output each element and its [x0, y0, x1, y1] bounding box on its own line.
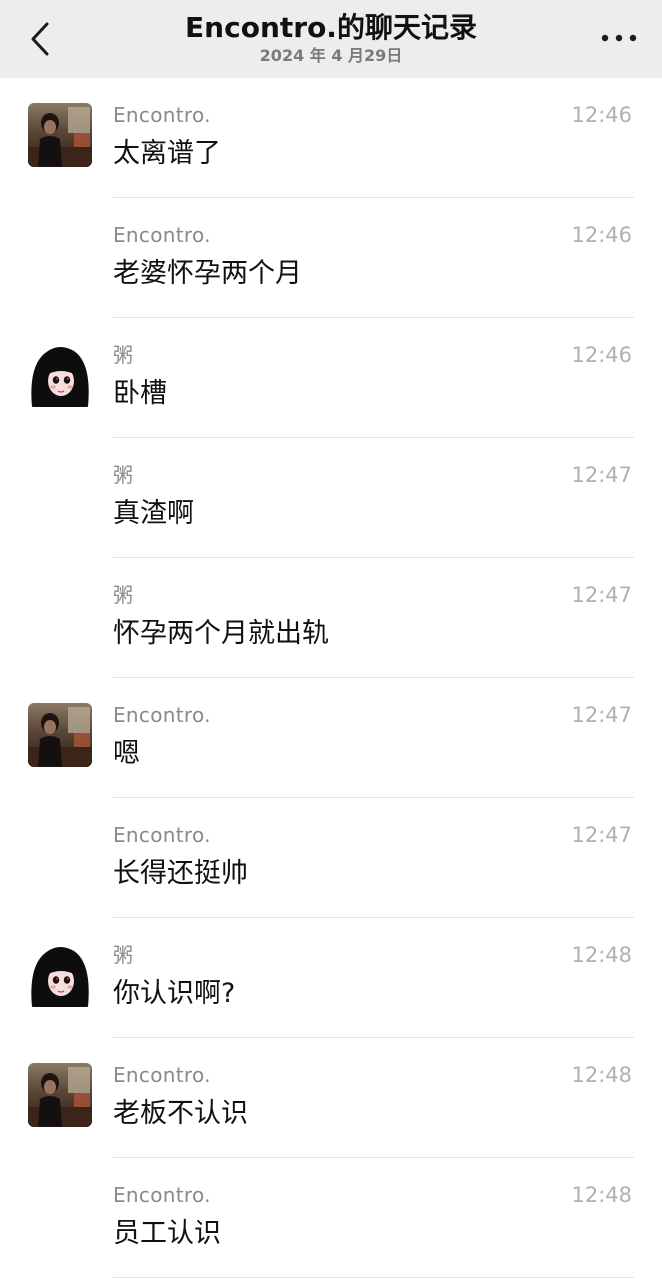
message-text: 长得还挺帅 [113, 858, 248, 889]
message-text: 你认识啊? [113, 978, 236, 1009]
page-subtitle-date: 2024 年 4 月29日 [259, 46, 403, 65]
sender-name: Encontro. [113, 1063, 211, 1087]
message-text: 真渣啊 [113, 498, 194, 529]
avatar-photo-icon [28, 103, 92, 167]
message-time: 12:46 [571, 103, 632, 127]
message-time: 12:47 [571, 583, 632, 607]
page-title: Encontro.的聊天记录 [185, 11, 477, 44]
avatar-photo-icon [28, 1063, 92, 1127]
message-time: 12:46 [571, 223, 632, 247]
sender-name: Encontro. [113, 1183, 211, 1207]
avatar[interactable] [28, 943, 92, 1007]
avatar[interactable] [28, 703, 92, 767]
sender-name: Encontro. [113, 223, 211, 247]
back-button[interactable] [18, 14, 62, 64]
sender-name: 粥 [113, 583, 134, 607]
divider [113, 1277, 634, 1278]
message-time: 12:48 [571, 943, 632, 967]
message-text: 卧槽 [113, 378, 167, 409]
message-row[interactable]: Encontro. 12:47 嗯 [0, 678, 662, 798]
sender-name: Encontro. [113, 703, 211, 727]
avatar[interactable] [28, 1063, 92, 1127]
message-row[interactable]: Encontro. 12:48 老板不认识 [0, 1038, 662, 1158]
message-text: 怀孕两个月就出轨 [113, 618, 329, 649]
sender-name: 粥 [113, 343, 134, 367]
message-time: 12:48 [571, 1063, 632, 1087]
message-list: Encontro. 12:46 太离谱了 Encontro. 12:46 老婆怀孕两个月粥… [0, 78, 662, 1278]
message-row[interactable]: 粥 12:48 你认识啊? [0, 918, 662, 1038]
message-text: 太离谱了 [113, 138, 221, 169]
chevron-left-icon [31, 22, 49, 56]
message-row[interactable]: Encontro. 12:48 员工认识 [0, 1158, 662, 1278]
nav-header: Encontro.的聊天记录 2024 年 4 月29日 [0, 0, 662, 78]
avatar-anime-icon [28, 943, 92, 1007]
more-button[interactable] [594, 16, 644, 60]
avatar[interactable] [28, 103, 92, 167]
sender-name: 粥 [113, 943, 134, 967]
message-time: 12:46 [571, 343, 632, 367]
message-time: 12:47 [571, 823, 632, 847]
message-text: 嗯 [113, 738, 140, 769]
avatar[interactable] [28, 343, 92, 407]
message-row[interactable]: 粥 12:47 真渣啊 [0, 438, 662, 558]
avatar-anime-icon [28, 343, 92, 407]
message-time: 12:48 [571, 1183, 632, 1207]
message-row[interactable]: Encontro. 12:47 长得还挺帅 [0, 798, 662, 918]
message-time: 12:47 [571, 463, 632, 487]
message-time: 12:47 [571, 703, 632, 727]
avatar-photo-icon [28, 703, 92, 767]
message-row[interactable]: Encontro. 12:46 太离谱了 [0, 78, 662, 198]
message-text: 老板不认识 [113, 1098, 248, 1129]
sender-name: Encontro. [113, 103, 211, 127]
message-text: 员工认识 [113, 1218, 221, 1249]
message-text: 老婆怀孕两个月 [113, 258, 302, 289]
chat-history-screen: Encontro.的聊天记录 2024 年 4 月29日 Encontro. 12… [0, 0, 662, 1279]
message-row[interactable]: 粥 12:47 怀孕两个月就出轨 [0, 558, 662, 678]
more-dots-icon [601, 34, 637, 42]
sender-name: Encontro. [113, 823, 211, 847]
sender-name: 粥 [113, 463, 134, 487]
message-row[interactable]: 粥 12:46 卧槽 [0, 318, 662, 438]
message-row[interactable]: Encontro. 12:46 老婆怀孕两个月 [0, 198, 662, 318]
